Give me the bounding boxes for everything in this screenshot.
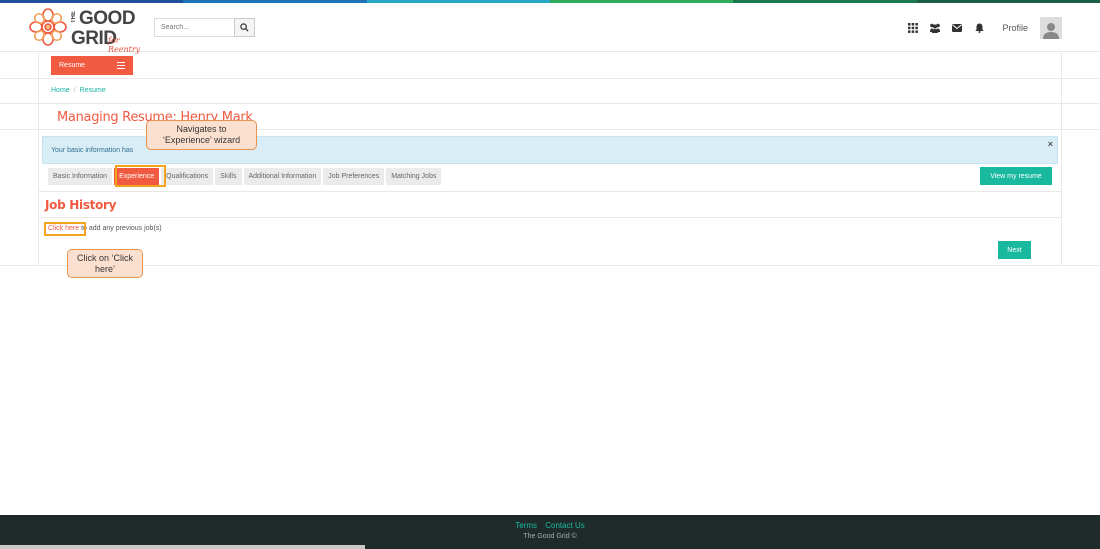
- users-icon[interactable]: [926, 19, 944, 37]
- close-icon[interactable]: ×: [1048, 139, 1053, 149]
- footer: Terms Contact Us The Good Grid ©: [0, 515, 1100, 549]
- apps-grid-icon[interactable]: [904, 19, 922, 37]
- experience-callout: Navigates to ‘Experience’ wizard: [146, 120, 257, 150]
- resume-menu-row: Resume: [0, 53, 1100, 79]
- logo-good: GOOD: [79, 8, 136, 29]
- view-my-resume-button[interactable]: View my resume: [980, 167, 1052, 185]
- divider: [39, 191, 1061, 192]
- tab-skills[interactable]: Skills: [215, 168, 242, 185]
- envelope-icon[interactable]: [948, 19, 966, 37]
- search-icon: [240, 23, 249, 32]
- resume-menu-container: Resume: [38, 53, 1062, 78]
- top-header: THE GOOD GRID for Reentry Search... Prof…: [0, 3, 1100, 54]
- breadcrumb-container: Home / Resume: [38, 79, 1062, 103]
- logo-tagline: for Reentry: [108, 36, 141, 54]
- tab-job-preferences[interactable]: Job Preferences: [323, 168, 385, 185]
- breadcrumb-row: Home / Resume: [0, 79, 1100, 104]
- section-title: Job History: [45, 198, 117, 212]
- horizontal-scrollbar[interactable]: [0, 545, 365, 549]
- hamburger-icon: [117, 62, 125, 69]
- logo-the: THE: [71, 11, 77, 23]
- profile-link[interactable]: Profile: [1002, 23, 1028, 33]
- alert-text: Your basic information has: [51, 147, 134, 154]
- click-here-callout: Click on ‘Click here’: [67, 249, 143, 278]
- search-button[interactable]: [234, 18, 255, 37]
- terms-link[interactable]: Terms: [515, 521, 537, 530]
- click-here-callout-text: Click on ‘Click here’: [76, 252, 133, 274]
- divider: [39, 217, 1061, 218]
- tab-matching-jobs[interactable]: Matching Jobs: [386, 168, 442, 185]
- wizard-tabs: Basic Information Experience Qualificati…: [48, 168, 443, 185]
- experience-tab-highlight: [115, 165, 166, 187]
- add-job-text: to add any previous job(s): [79, 225, 162, 232]
- resume-menu-label: Resume: [59, 62, 86, 69]
- tab-basic-information[interactable]: Basic Information: [48, 168, 113, 185]
- breadcrumb-separator: /: [73, 87, 76, 94]
- bell-icon[interactable]: [970, 19, 988, 37]
- header-actions: Profile: [900, 3, 1100, 52]
- contact-us-link[interactable]: Contact Us: [545, 521, 585, 530]
- breadcrumb-current[interactable]: Resume: [80, 87, 106, 94]
- click-here-highlight: [44, 222, 86, 236]
- tab-additional-information[interactable]: Additional Information: [243, 168, 322, 185]
- flower-logo-icon: [29, 8, 67, 46]
- breadcrumb: Home / Resume: [51, 87, 106, 94]
- copyright-text: The Good Grid ©: [523, 533, 577, 540]
- next-button[interactable]: Next: [998, 241, 1031, 259]
- breadcrumb-home[interactable]: Home: [51, 87, 70, 94]
- logo[interactable]: THE GOOD GRID for Reentry: [29, 6, 153, 54]
- experience-callout-text: Navigates to ‘Experience’ wizard: [162, 124, 241, 145]
- footer-links: Terms Contact Us: [0, 521, 1100, 530]
- resume-menu-button[interactable]: Resume: [51, 56, 133, 75]
- search-input[interactable]: [154, 18, 234, 37]
- avatar-icon[interactable]: [1040, 16, 1062, 39]
- tab-qualifications[interactable]: Qualifications: [161, 168, 214, 185]
